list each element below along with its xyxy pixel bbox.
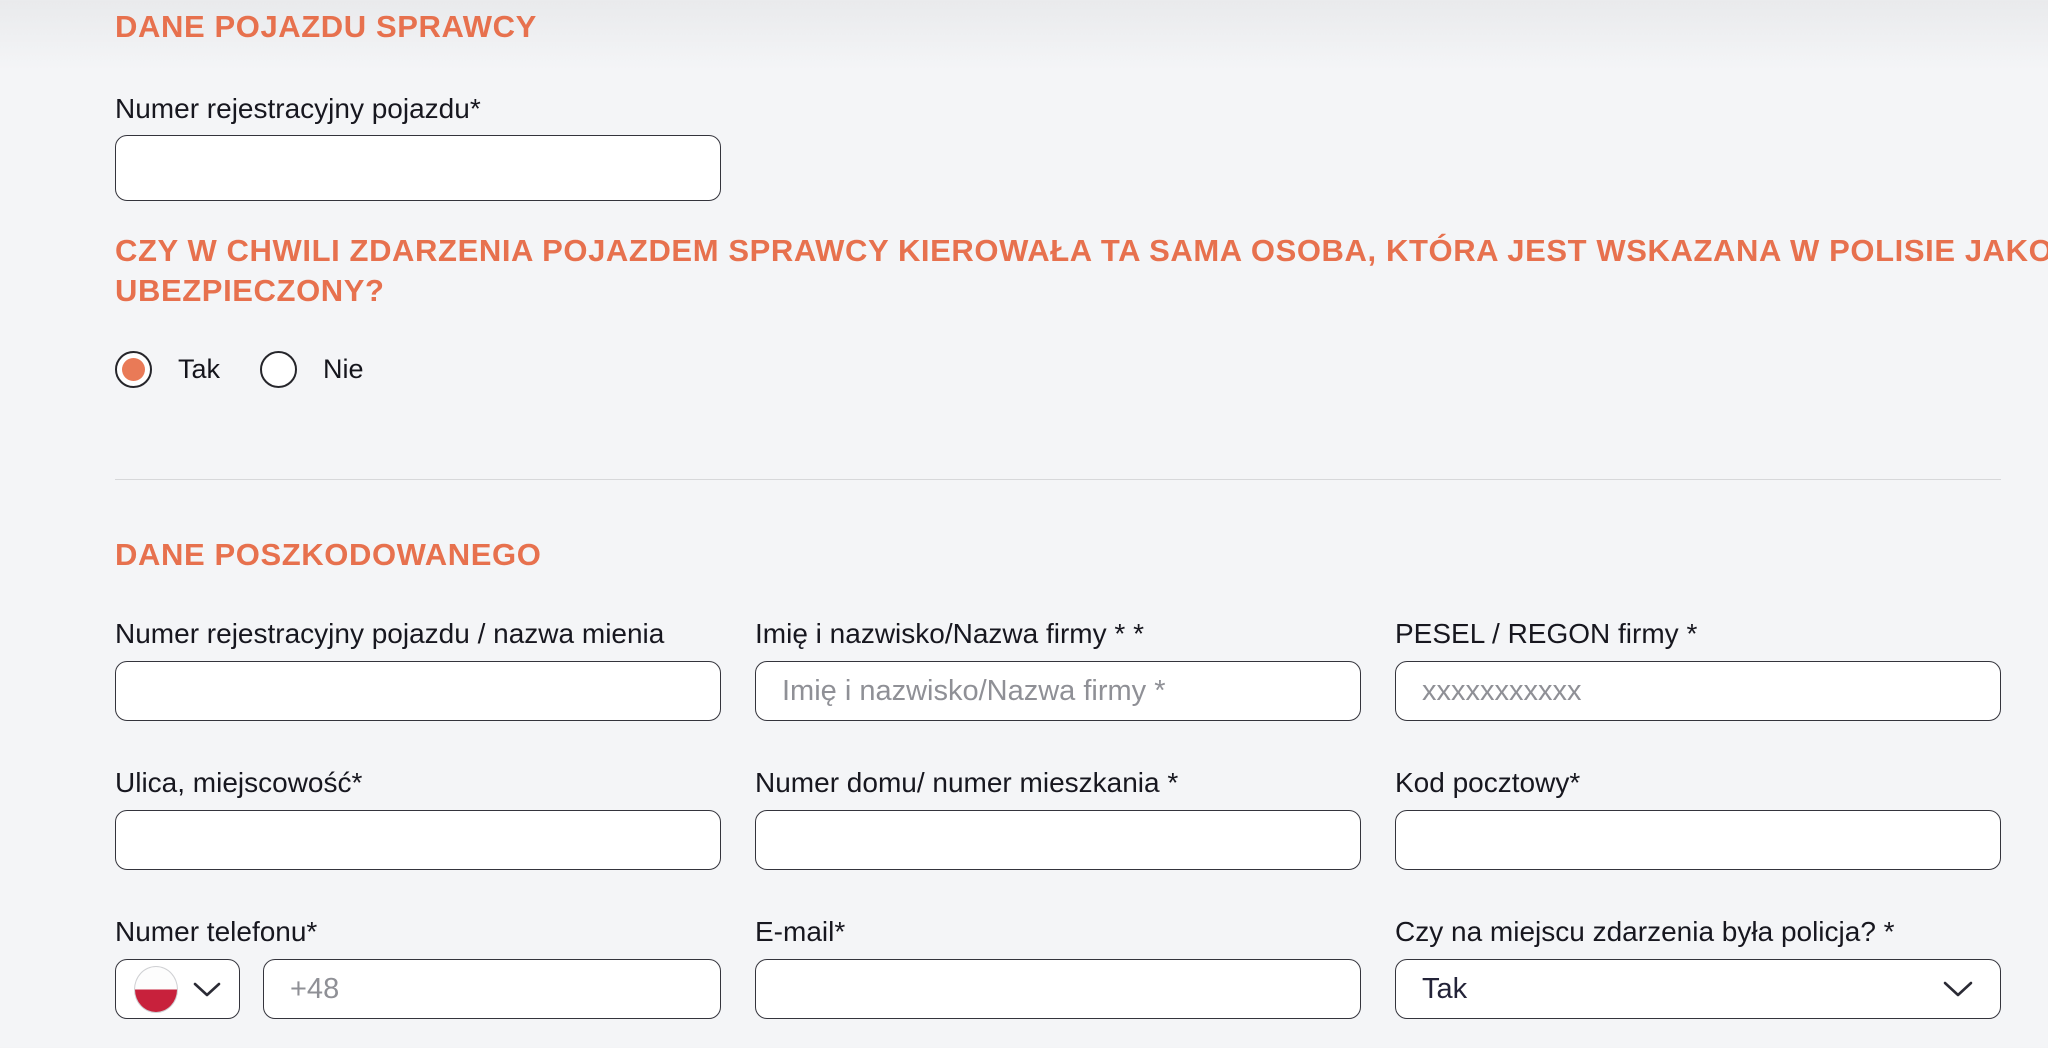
- police-label: Czy na miejscu zdarzenia była policja? *: [1395, 915, 2001, 949]
- chevron-down-icon: [192, 981, 222, 998]
- section-title-perpetrator-vehicle: DANE POJAZDU SPRAWCY: [115, 0, 2001, 46]
- phone-country-select[interactable]: [115, 959, 240, 1019]
- radio-option-nie[interactable]: Nie: [260, 351, 364, 388]
- house-number-input[interactable]: [755, 810, 1361, 870]
- driver-question-line2: UBEZPIECZONY?: [115, 271, 2001, 311]
- driver-question-title: CZY W CHWILI ZDARZENIA POJAZDEM SPRAWCY …: [115, 231, 2001, 311]
- radio-circle-tak-icon[interactable]: [115, 351, 152, 388]
- field-email: E-mail*: [755, 915, 1361, 1019]
- section-title-victim: DANE POSZKODOWANEGO: [115, 536, 2001, 574]
- street-city-label: Ulica, miejscowość*: [115, 766, 721, 800]
- field-street-city: Ulica, miejscowość*: [115, 766, 721, 870]
- phone-row: [115, 959, 721, 1019]
- phone-number-input[interactable]: [263, 959, 721, 1019]
- field-police: Czy na miejscu zdarzenia była policja? *…: [1395, 915, 2001, 1019]
- field-phone: Numer telefonu*: [115, 915, 721, 1019]
- house-number-label: Numer domu/ numer mieszkania *: [755, 766, 1361, 800]
- field-reg-or-property: Numer rejestracyjny pojazdu / nazwa mien…: [115, 617, 721, 721]
- section-divider: [115, 479, 2001, 480]
- field-house-number: Numer domu/ numer mieszkania *: [755, 766, 1361, 870]
- email-label: E-mail*: [755, 915, 1361, 949]
- driver-question-line1: CZY W CHWILI ZDARZENIA POJAZDEM SPRAWCY …: [115, 231, 2001, 271]
- field-pesel-regon: PESEL / REGON firmy *: [1395, 617, 2001, 721]
- radio-option-tak[interactable]: Tak: [115, 351, 220, 388]
- poland-flag-icon: [134, 966, 178, 1013]
- victim-form-grid: Numer rejestracyjny pojazdu / nazwa mien…: [115, 617, 2001, 1019]
- driver-question-radio-group: Tak Nie: [115, 351, 2001, 388]
- field-postal-code: Kod pocztowy*: [1395, 766, 2001, 870]
- field-name-company: Imię i nazwisko/Nazwa firmy * *: [755, 617, 1361, 721]
- street-city-input[interactable]: [115, 810, 721, 870]
- name-company-input[interactable]: [755, 661, 1361, 721]
- reg-or-property-input[interactable]: [115, 661, 721, 721]
- reg-or-property-label: Numer rejestracyjny pojazdu / nazwa mien…: [115, 617, 721, 651]
- postal-code-input[interactable]: [1395, 810, 2001, 870]
- police-select[interactable]: Tak: [1395, 959, 2001, 1019]
- radio-label-nie: Nie: [323, 354, 364, 385]
- perpetrator-reg-number-input[interactable]: [115, 135, 721, 201]
- name-company-label: Imię i nazwisko/Nazwa firmy * *: [755, 617, 1361, 651]
- chevron-down-icon: [1942, 980, 1974, 998]
- phone-label: Numer telefonu*: [115, 915, 721, 949]
- radio-label-tak: Tak: [178, 354, 220, 385]
- radio-dot-nie: [267, 358, 290, 381]
- email-input[interactable]: [755, 959, 1361, 1019]
- postal-code-label: Kod pocztowy*: [1395, 766, 2001, 800]
- radio-dot-tak: [122, 358, 145, 381]
- pesel-regon-input[interactable]: [1395, 661, 2001, 721]
- radio-circle-nie-icon[interactable]: [260, 351, 297, 388]
- perpetrator-reg-number-label: Numer rejestracyjny pojazdu*: [115, 92, 2001, 126]
- pesel-regon-label: PESEL / REGON firmy *: [1395, 617, 2001, 651]
- police-select-value: Tak: [1422, 973, 1467, 1006]
- claim-form: DANE POJAZDU SPRAWCY Numer rejestracyjny…: [0, 0, 2048, 1019]
